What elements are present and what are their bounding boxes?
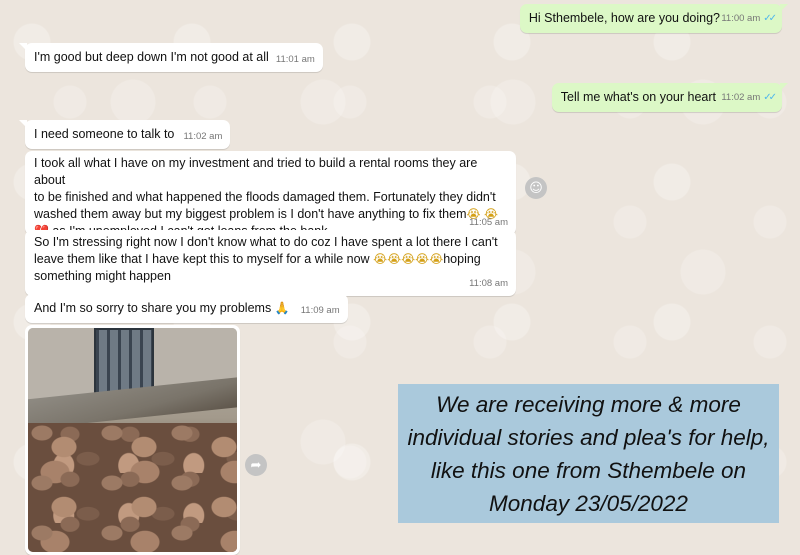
caption-line: Monday 23/05/2022 — [489, 490, 688, 516]
crying-emoji-icon: 😭 — [387, 252, 402, 266]
caption-line: We are receiving more & more — [436, 391, 741, 417]
message-time: 11:08 am — [469, 278, 508, 289]
message-incoming[interactable]: So I'm stressing right now I don't know … — [25, 230, 516, 296]
message-time: 11:09 am — [300, 305, 340, 316]
message-text: Tell me what's on your heart — [560, 90, 716, 104]
message-time: 11:00 am ✓✓ — [721, 13, 777, 24]
message-incoming[interactable]: I need someone to talk to 11:02 am — [18, 120, 231, 149]
crying-emoji-icon: 😭 — [415, 252, 430, 266]
message-incoming[interactable]: I took all what I have on my investment … — [25, 151, 516, 238]
message-text: I'm good but deep down I'm not good at a… — [34, 50, 269, 64]
message-line: leave them like that I have kept this to… — [34, 252, 481, 266]
message-text: And I'm so sorry to share you my problem… — [34, 301, 275, 315]
image-message[interactable] — [25, 325, 240, 555]
caption-line: individual stories and plea's for help, — [407, 424, 770, 450]
message-incoming[interactable]: And I'm so sorry to share you my problem… — [25, 294, 348, 323]
message-outgoing[interactable]: Tell me what's on your heart 11:02 am ✓✓ — [551, 83, 789, 112]
message-line: something might happen — [34, 269, 171, 283]
message-line: to be finished and what happened the flo… — [34, 190, 496, 204]
message-time: 11:02 am ✓✓ — [721, 92, 777, 103]
message-line: washed them away but my biggest problem … — [34, 207, 499, 221]
forward-icon[interactable]: ➦ — [245, 454, 267, 476]
message-incoming[interactable]: I'm good but deep down I'm not good at a… — [19, 43, 323, 72]
caption-line: like this one from Sthembele on — [430, 457, 747, 483]
message-text: I need someone to talk to — [34, 127, 175, 141]
message-outgoing[interactable]: Hi Sthembele, how are you doing? 11:00 a… — [519, 4, 789, 33]
read-ticks-icon: ✓✓ — [763, 13, 777, 24]
message-time: 11:05 am — [469, 217, 508, 228]
message-time: 11:01 am — [275, 54, 315, 65]
message-line: So I'm stressing right now I don't know … — [34, 235, 498, 249]
message-text: Hi Sthembele, how are you doing? — [528, 11, 720, 25]
read-ticks-icon: ✓✓ — [763, 92, 777, 103]
praying-hands-emoji-icon: 🙏 — [274, 301, 290, 315]
react-emoji-icon[interactable]: ☺ — [525, 177, 547, 199]
message-time: 11:02 am — [183, 131, 223, 142]
crying-emoji-icon: 😭 — [373, 252, 388, 266]
flood-damage-photo[interactable] — [28, 328, 237, 552]
crying-emoji-icon: 😭 — [401, 252, 416, 266]
overlay-caption: We are receiving more & more individual … — [398, 384, 779, 523]
photo-rubble — [28, 423, 237, 552]
message-line: I took all what I have on my investment … — [34, 156, 478, 187]
crying-emoji-icon: 😭 — [429, 252, 444, 266]
